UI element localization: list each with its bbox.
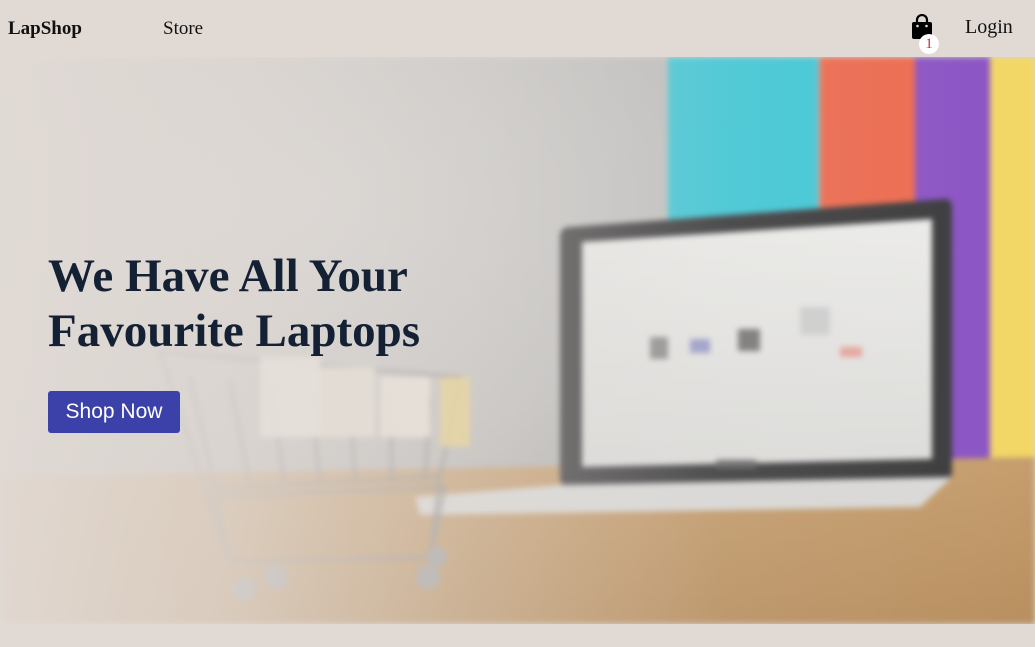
shop-now-button[interactable]: Shop Now xyxy=(48,391,180,433)
login-link[interactable]: Login xyxy=(965,16,1013,39)
brand-logo[interactable]: LapShop xyxy=(8,18,82,40)
nav-link-store[interactable]: Store xyxy=(163,18,203,40)
page-bottom-strip xyxy=(0,624,1035,647)
cart-button[interactable]: 1 xyxy=(910,12,940,54)
hero-title: We Have All Your Favourite Laptops xyxy=(48,249,568,359)
hero-banner: We Have All Your Favourite Laptops Shop … xyxy=(0,57,1035,624)
hero-title-line-2: Favourite Laptops xyxy=(48,305,421,357)
hero-title-line-1: We Have All Your xyxy=(48,250,408,302)
navbar: LapShop Store 1 Login xyxy=(0,0,1035,57)
cart-count-badge: 1 xyxy=(919,34,939,54)
